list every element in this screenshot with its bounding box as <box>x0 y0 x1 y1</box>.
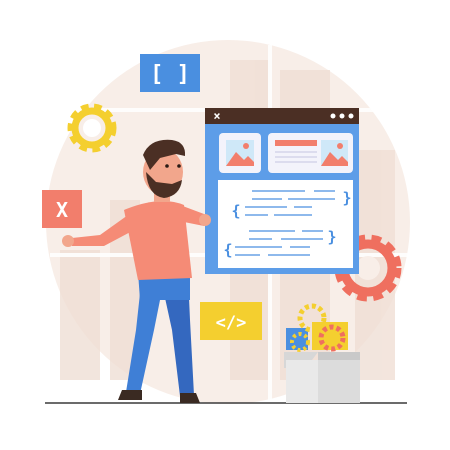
article-text-lines <box>275 151 317 163</box>
window-dot-icon <box>339 113 345 119</box>
illustration-canvas: [ ] X ×} {} {</> <box>42 40 410 404</box>
hand <box>62 235 74 247</box>
browser-window: ×} {} { <box>205 108 359 274</box>
close-tag-text: X <box>56 198 68 222</box>
brackets-tag-text: [ ] <box>150 62 190 87</box>
code-tag: </> <box>200 302 262 340</box>
image-icon <box>226 140 254 166</box>
gear-yellow-icon <box>67 103 117 153</box>
brace-close: } <box>342 189 351 207</box>
image-icon <box>321 140 348 166</box>
developer-illustration: [ ] X ×} {} {</> <box>0 0 450 450</box>
brace-close: } <box>327 228 336 246</box>
window-dot-icon <box>348 113 354 119</box>
brace-open: { <box>223 241 232 259</box>
hand <box>199 214 211 226</box>
window-title-bar <box>205 108 359 124</box>
brackets-tag: [ ] <box>140 54 200 92</box>
article-title-bar <box>275 140 317 146</box>
shoe <box>118 390 142 400</box>
code-tag-text: </> <box>216 313 247 333</box>
window-close-icon: × <box>213 109 220 123</box>
brace-open: { <box>231 202 240 220</box>
close-tag: X <box>42 190 82 228</box>
window-dot-icon <box>330 113 336 119</box>
